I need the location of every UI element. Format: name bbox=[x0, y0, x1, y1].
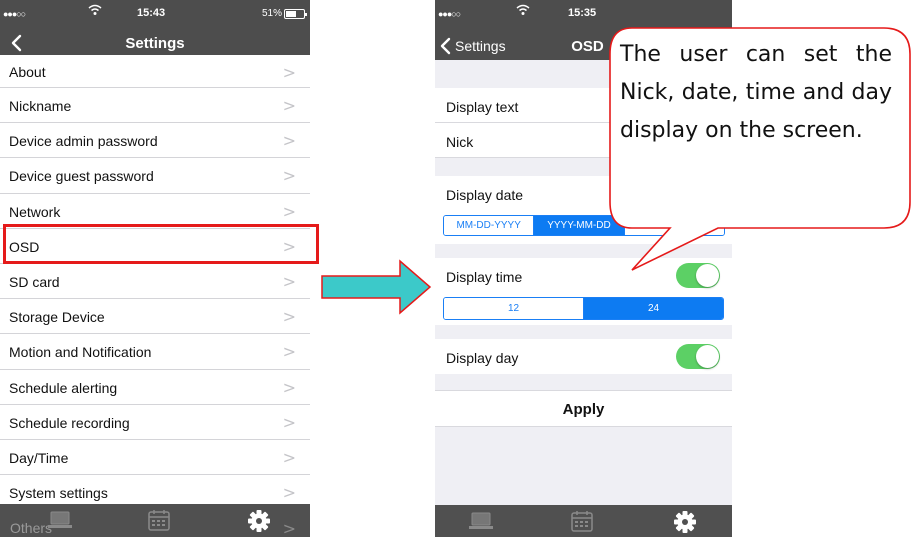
battery-icon bbox=[284, 9, 307, 19]
gear-icon[interactable] bbox=[246, 509, 272, 533]
chevron-right-icon: > bbox=[282, 166, 296, 186]
nav-bar: Settings bbox=[0, 32, 310, 56]
settings-item-label: SD card bbox=[9, 273, 60, 290]
chevron-right-icon: > bbox=[282, 63, 296, 82]
settings-item-schedule-recording[interactable]: Schedule recording > bbox=[0, 404, 310, 440]
settings-item-nickname[interactable]: Nickname > bbox=[0, 88, 310, 124]
display-date-label: Display date bbox=[446, 187, 524, 203]
laptop-icon[interactable] bbox=[47, 509, 73, 533]
chevron-right-icon: > bbox=[282, 131, 296, 151]
time-format-segmented: 12 24 bbox=[443, 297, 724, 320]
settings-item-device-admin-password[interactable]: Device admin password > bbox=[0, 123, 310, 159]
apply-button[interactable]: Apply bbox=[435, 401, 732, 418]
chevron-right-icon: > bbox=[282, 447, 296, 467]
calendar-icon[interactable] bbox=[569, 510, 595, 534]
settings-item-label: Schedule alerting bbox=[9, 379, 118, 396]
display-text-label: Display text bbox=[446, 99, 519, 115]
settings-item-label: About bbox=[9, 64, 46, 80]
settings-item-label: Device guest password bbox=[9, 168, 154, 185]
chevron-right-icon: > bbox=[282, 377, 296, 397]
chevron-right-icon: > bbox=[282, 96, 296, 115]
settings-item-day-time[interactable]: Day/Time > bbox=[0, 439, 310, 476]
settings-item-about[interactable]: About > bbox=[0, 55, 310, 88]
time-format-24[interactable]: 24 bbox=[584, 298, 723, 319]
flow-arrow-icon bbox=[321, 259, 432, 315]
status-time: 15:35 bbox=[568, 7, 597, 19]
nick-input[interactable]: Nick bbox=[446, 134, 473, 150]
signal-strength-icon: ●●●○○ bbox=[3, 9, 26, 19]
settings-item-label: Schedule recording bbox=[9, 414, 130, 431]
settings-item-sd-card[interactable]: SD card > bbox=[0, 263, 310, 300]
gear-icon[interactable] bbox=[672, 510, 698, 534]
settings-item-label: Storage Device bbox=[9, 309, 105, 326]
settings-screen: ●●●○○ 15:43 51% Settings About > Nickname >… bbox=[0, 0, 310, 537]
calendar-icon[interactable] bbox=[146, 509, 172, 533]
settings-item-label: Nickname bbox=[9, 98, 72, 114]
callout-text: The user can set the Nick, date, time an… bbox=[620, 42, 892, 143]
settings-item-label: Network bbox=[9, 203, 61, 220]
status-time: 15:43 bbox=[137, 7, 166, 19]
settings-item-storage-device[interactable]: Storage Device > bbox=[0, 299, 310, 335]
date-format-mm-dd-yyyy[interactable]: MM-DD-YYYY bbox=[444, 216, 535, 235]
chevron-right-icon: > bbox=[282, 201, 296, 221]
page-title: Settings bbox=[125, 35, 185, 52]
battery-percent: 51% bbox=[262, 8, 283, 19]
wifi-icon bbox=[516, 4, 530, 16]
settings-item-label: Others bbox=[10, 520, 53, 536]
display-day-label: Display day bbox=[446, 350, 519, 366]
chevron-right-icon: > bbox=[282, 483, 296, 503]
laptop-icon[interactable] bbox=[468, 510, 494, 534]
settings-item-device-guest-password[interactable]: Device guest password > bbox=[0, 158, 310, 194]
chevron-right-icon: > bbox=[282, 271, 296, 291]
wifi-icon bbox=[88, 4, 102, 16]
tab-bar: Others > bbox=[0, 504, 310, 537]
settings-item-motion-and-notification[interactable]: Motion and Notification > bbox=[0, 334, 310, 370]
display-time-label: Display time bbox=[446, 269, 523, 285]
section-gap bbox=[435, 325, 732, 339]
section-gap bbox=[435, 374, 732, 390]
time-format-wrap: 12 24 bbox=[435, 293, 732, 325]
chevron-right-icon: > bbox=[282, 342, 296, 362]
tab-bar bbox=[435, 505, 732, 537]
display-day-toggle[interactable] bbox=[676, 344, 720, 369]
settings-list: About > Nickname > Device admin password > Dev… bbox=[0, 55, 310, 511]
chevron-right-icon: > bbox=[282, 519, 296, 537]
apply-row: Apply bbox=[435, 390, 732, 427]
settings-item-label: System settings bbox=[9, 485, 108, 502]
settings-item-label: Device admin password bbox=[9, 133, 158, 150]
chevron-right-icon: > bbox=[282, 307, 296, 327]
status-bar: ●●●○○ 15:43 51% bbox=[0, 0, 310, 32]
osd-highlight-box bbox=[3, 224, 319, 264]
time-format-12[interactable]: 12 bbox=[444, 298, 584, 319]
settings-item-label: Day/Time bbox=[9, 449, 69, 466]
display-day-row: Display day bbox=[435, 339, 732, 374]
settings-item-label: Motion and Notification bbox=[9, 344, 152, 361]
chevron-right-icon: > bbox=[282, 412, 296, 432]
settings-item-schedule-alerting[interactable]: Schedule alerting > bbox=[0, 369, 310, 405]
signal-strength-icon: ●●●○○ bbox=[438, 9, 461, 19]
